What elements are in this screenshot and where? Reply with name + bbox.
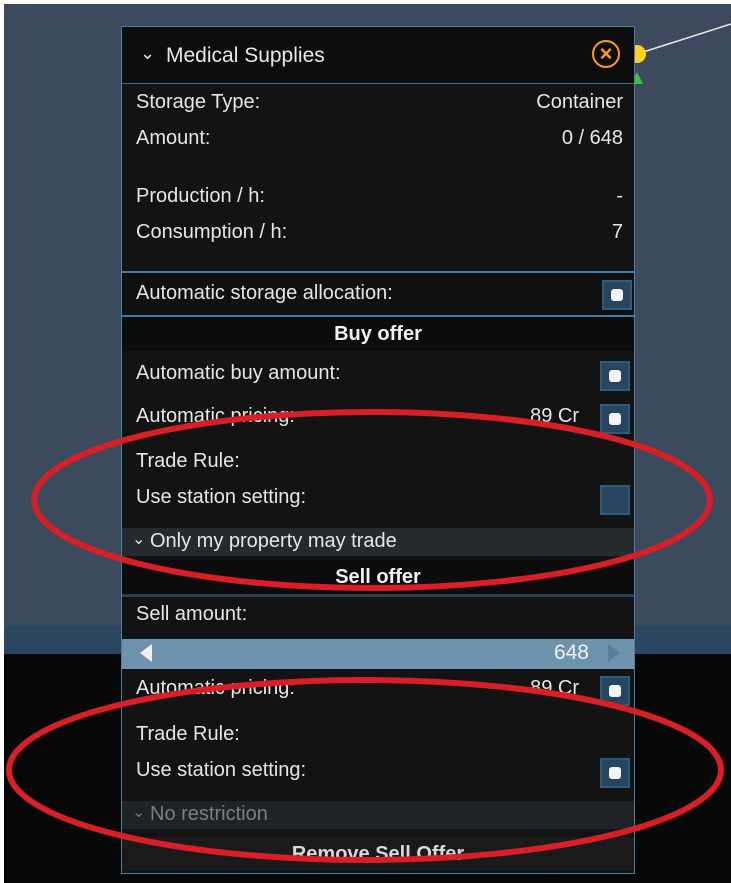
buy-trade-rule-row: Trade Rule:	[122, 448, 634, 482]
remove-sell-offer-button[interactable]: Remove Sell Offer	[122, 837, 634, 871]
info-label: Consumption / h:	[136, 221, 288, 243]
auto-storage-allocation-label: Automatic storage allocation:	[136, 282, 393, 304]
section-divider	[122, 594, 634, 597]
buy-use-station-row: Use station setting:	[122, 484, 634, 518]
sell-auto-pricing-row: Automatic pricing: 89 Cr	[122, 675, 634, 709]
info-value: Container	[536, 91, 623, 113]
info-value: 7	[611, 221, 623, 243]
buy-auto-pricing-row: Automatic pricing: 89 Cr	[122, 403, 634, 437]
close-icon[interactable]: ×	[592, 40, 620, 68]
info-label: Amount:	[136, 127, 211, 149]
info-label: Production / h:	[136, 185, 265, 207]
auto-buy-amount-checkbox[interactable]	[600, 361, 630, 391]
chevron-down-icon: ⌄	[132, 531, 146, 548]
sell-trade-rule-row: Trade Rule:	[122, 721, 634, 755]
info-row-storage-type: Storage Type: Container	[122, 89, 634, 123]
chevron-down-icon: ⌄	[132, 804, 146, 821]
buy-auto-pricing-checkbox[interactable]	[600, 404, 630, 434]
buy-use-station-checkbox[interactable]	[600, 485, 630, 515]
sell-offer-title: Sell offer	[122, 560, 634, 594]
chevron-down-icon[interactable]: ⌄	[140, 43, 155, 64]
info-value: -	[616, 185, 623, 207]
buy-price-value: 89 Cr	[530, 405, 579, 427]
auto-storage-allocation-row[interactable]: Automatic storage allocation:	[122, 271, 634, 317]
info-row-production: Production / h: -	[122, 183, 634, 217]
buy-trade-rule-dropdown[interactable]: ⌄ Only my property may trade	[122, 528, 634, 556]
info-row-amount: Amount: 0 / 648	[122, 125, 634, 159]
sell-amount-row: Sell amount:	[122, 601, 634, 635]
slider-left-icon[interactable]	[140, 644, 152, 662]
info-label: Storage Type:	[136, 91, 261, 113]
auto-storage-allocation-checkbox[interactable]	[602, 280, 632, 310]
sell-amount-slider[interactable]: 648	[122, 639, 634, 669]
buy-trade-rule-label: Trade Rule:	[136, 450, 240, 472]
sell-amount-label: Sell amount:	[136, 603, 248, 625]
info-row-consumption: Consumption / h: 7	[122, 219, 634, 253]
slider-right-icon[interactable]	[608, 644, 620, 662]
buy-auto-pricing-label: Automatic pricing:	[136, 405, 295, 427]
sell-use-station-label: Use station setting:	[136, 759, 307, 781]
panel-title: Medical Supplies	[166, 44, 325, 67]
sell-amount-value: 648	[553, 641, 589, 664]
panel-header[interactable]: ⌄ Medical Supplies ×	[122, 27, 634, 84]
sell-trade-rule-dropdown[interactable]: ⌄ No restriction	[122, 801, 634, 829]
sell-price-value: 89 Cr	[530, 677, 579, 699]
sell-auto-pricing-label: Automatic pricing:	[136, 677, 295, 699]
info-value: 0 / 648	[561, 127, 623, 149]
buy-rule-option: Only my property may trade	[150, 530, 397, 552]
sell-rule-option: No restriction	[150, 803, 268, 825]
storage-panel: ⌄ Medical Supplies × Storage Type: Conta…	[121, 26, 635, 874]
buy-use-station-label: Use station setting:	[136, 486, 307, 508]
sell-trade-rule-label: Trade Rule:	[136, 723, 240, 745]
sell-use-station-row: Use station setting:	[122, 757, 634, 791]
sell-auto-pricing-checkbox[interactable]	[600, 676, 630, 706]
auto-buy-amount-row: Automatic buy amount:	[122, 360, 634, 394]
buy-offer-title: Buy offer	[122, 317, 634, 351]
auto-buy-amount-label: Automatic buy amount:	[136, 362, 341, 384]
sell-use-station-checkbox[interactable]	[600, 758, 630, 788]
